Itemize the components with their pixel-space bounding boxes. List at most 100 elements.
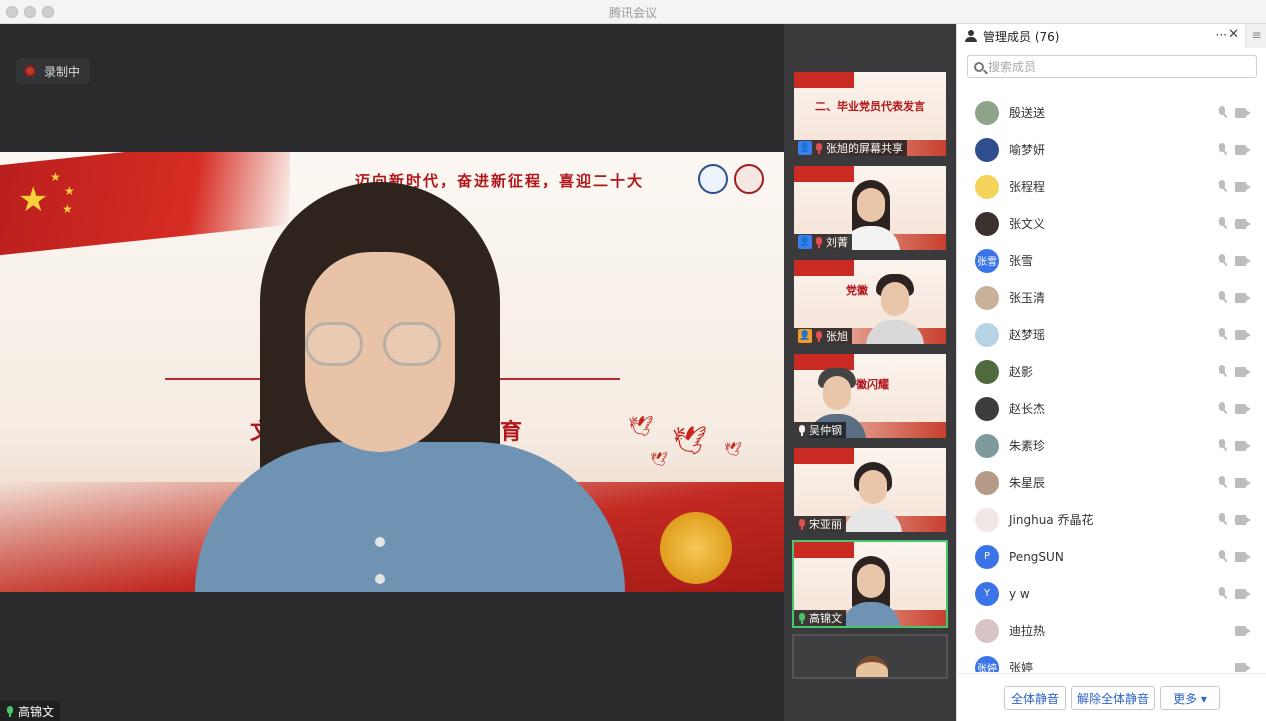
dove-icon: 🕊 [672, 424, 708, 457]
mic-on-icon [798, 612, 806, 624]
thumbnail-name: 高锦文 [809, 612, 842, 625]
mic-muted-icon[interactable] [1217, 217, 1227, 230]
mic-muted-icon[interactable] [1217, 587, 1227, 600]
thumbnail-participant[interactable]: 党徽 👤 张旭 [792, 258, 948, 346]
member-row[interactable]: 迪拉热 [957, 612, 1266, 649]
thumbnail-name: 吴仲钢 [809, 424, 842, 437]
member-search[interactable] [967, 55, 1257, 78]
camera-off-icon[interactable] [1235, 589, 1251, 599]
thumbnail-participant[interactable]: 宋亚丽 [792, 446, 948, 534]
participant-face [859, 470, 887, 504]
member-row[interactable]: 赵长杰 [957, 390, 1266, 427]
member-row[interactable]: 张玉清 [957, 279, 1266, 316]
mic-muted-icon[interactable] [1217, 365, 1227, 378]
shirt-button [375, 537, 385, 547]
member-row[interactable]: 张雪 张雪 [957, 242, 1266, 279]
participant-body [844, 508, 902, 532]
camera-off-icon[interactable] [1235, 404, 1251, 414]
mute-all-button[interactable]: 全体静音 [1004, 686, 1066, 710]
camera-off-icon[interactable] [1235, 182, 1251, 192]
cohost-icon: 👤 [798, 329, 812, 343]
mic-muted-icon [815, 330, 823, 342]
close-icon[interactable]: ✕ [1228, 27, 1239, 42]
camera-off-icon[interactable] [1235, 626, 1251, 636]
camera-off-icon[interactable] [1235, 367, 1251, 377]
mic-muted-icon[interactable] [1217, 291, 1227, 304]
thumbnail-label: 👤 张旭 [794, 328, 852, 344]
member-name: 张文义 [1009, 217, 1046, 231]
member-row[interactable]: 张程程 [957, 168, 1266, 205]
menu-icon[interactable]: ≡ [1245, 24, 1266, 48]
thumbnail-participant[interactable]: 党 👤 刘菁 [792, 164, 948, 252]
members-panel-title: 管理成员 (76) [983, 29, 1060, 44]
camera-off-icon[interactable] [1235, 441, 1251, 451]
more-options-icon[interactable]: ··· [1216, 28, 1227, 42]
members-panel: 管理成员 (76) ··· ✕ ≡ 殷送送喻梦妍张程程张文义张雪张雪张玉清赵梦瑶… [956, 24, 1266, 721]
thumbnail-participant[interactable]: 徽闪耀 吴仲钢 [792, 352, 948, 440]
host-icon: 👤 [798, 235, 812, 249]
camera-off-icon[interactable] [1235, 293, 1251, 303]
participant-face [857, 188, 885, 222]
member-name: 赵影 [1009, 365, 1034, 379]
main-video[interactable]: ★ ★ ★ ★ 迈向新时代，奋进新征程，喜迎二十大 文 育 🕊 🕊 🕊 🕊 [0, 152, 784, 592]
member-list[interactable]: 殷送送喻梦妍 张程程张文义张雪 张雪 张玉清 赵梦瑶赵影赵长杰朱素珍朱星辰 Jinghua… [957, 86, 1266, 672]
participant-video [844, 462, 902, 532]
thumbnail-active-speaker[interactable]: 高锦文 [792, 540, 948, 628]
camera-off-icon[interactable] [1235, 219, 1251, 229]
camera-off-icon[interactable] [1235, 330, 1251, 340]
member-row[interactable]: 朱素珍 [957, 427, 1266, 464]
avatar [975, 618, 999, 643]
mic-muted-icon[interactable] [1217, 439, 1227, 452]
avatar [975, 322, 999, 347]
mic-muted-icon[interactable] [1217, 402, 1227, 415]
member-name: y w [1009, 586, 1030, 601]
mic-muted-icon[interactable] [1217, 180, 1227, 193]
member-row[interactable]: 张文义 [957, 205, 1266, 242]
camera-off-icon[interactable] [1235, 145, 1251, 155]
participant-face [881, 282, 909, 316]
recording-indicator[interactable]: 录制中 [16, 58, 91, 84]
member-row[interactable]: Jinghua 乔晶花 [957, 501, 1266, 538]
camera-off-icon[interactable] [1235, 478, 1251, 488]
member-row[interactable]: 喻梦妍 [957, 131, 1266, 168]
avatar: 张雪 [975, 248, 999, 273]
member-name: 殷送送 [1009, 106, 1046, 120]
member-search-input[interactable] [988, 59, 1238, 74]
mic-muted-icon[interactable] [1217, 143, 1227, 156]
mic-icon [798, 424, 806, 436]
mic-muted-icon[interactable] [1217, 328, 1227, 341]
slide-band [794, 260, 854, 276]
thumbnail-name: 张旭的屏幕共享 [826, 142, 903, 155]
member-name: 迪拉热 [1009, 624, 1046, 638]
avatar [856, 656, 888, 677]
mic-muted-icon[interactable] [1217, 476, 1227, 489]
mic-muted-icon[interactable] [1217, 106, 1227, 119]
video-thumbnail-strip[interactable]: 二、毕业党员代表发言 👤 张旭的屏幕共享 党 👤 刘菁 党徽 [784, 24, 956, 721]
record-icon [24, 65, 36, 77]
member-row[interactable]: Yy w [957, 575, 1266, 612]
member-row[interactable]: 殷送送 [957, 94, 1266, 131]
thumbnail-participant[interactable] [792, 634, 948, 679]
member-row[interactable]: 赵影 [957, 353, 1266, 390]
thumbnail-screen-share[interactable]: 二、毕业党员代表发言 👤 张旭的屏幕共享 [792, 70, 948, 158]
camera-off-icon[interactable] [1235, 256, 1251, 266]
member-row[interactable]: 张婷 张婷 [957, 649, 1266, 672]
more-button[interactable]: 更多 ▾ [1160, 686, 1220, 710]
member-row[interactable]: P PengSUN [957, 538, 1266, 575]
party-emblem [660, 512, 732, 584]
members-panel-footer: 全体静音 解除全体静音 更多 ▾ [957, 673, 1266, 721]
camera-off-icon[interactable] [1235, 552, 1251, 562]
avatar [975, 137, 999, 162]
member-row[interactable]: 朱星辰 [957, 464, 1266, 501]
member-name: 朱素珍 [1009, 439, 1046, 453]
camera-off-icon[interactable] [1235, 108, 1251, 118]
member-row[interactable]: 赵梦瑶 [957, 316, 1266, 353]
main-stage: 录制中 ★ ★ ★ ★ 迈向新时代，奋进新征程，喜迎二十大 文 育 🕊 🕊 🕊 … [0, 24, 784, 721]
camera-off-icon[interactable] [1235, 663, 1251, 672]
mic-muted-icon[interactable] [1217, 513, 1227, 526]
camera-off-icon[interactable] [1235, 515, 1251, 525]
unmute-all-button[interactable]: 解除全体静音 [1071, 686, 1155, 710]
mic-muted-icon[interactable] [1217, 550, 1227, 563]
avatar: P [975, 544, 999, 569]
mic-muted-icon[interactable] [1217, 254, 1227, 267]
